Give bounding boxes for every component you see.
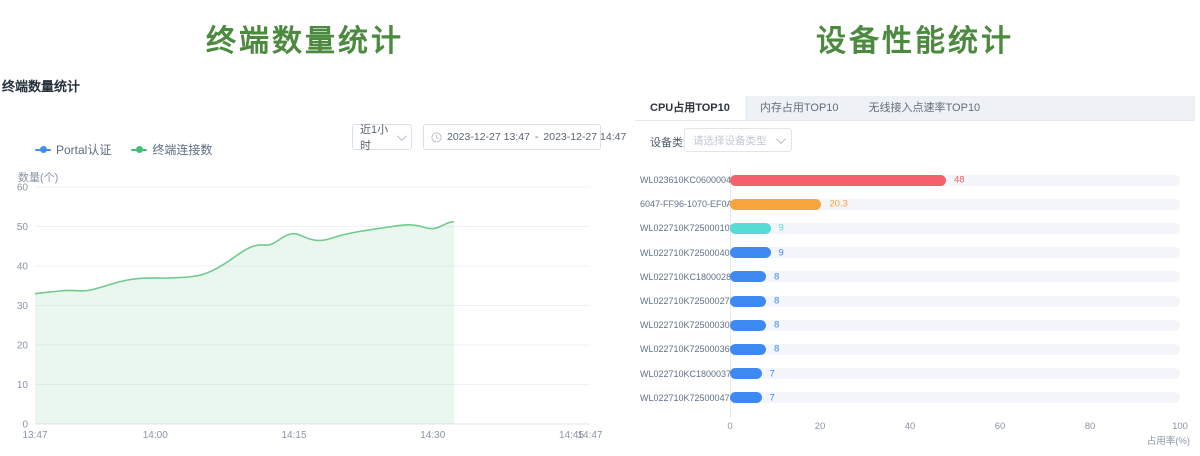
terminal-panel-header: 终端数量统计 [2,76,80,95]
bar-track: 9 [730,247,1180,258]
bar-category-label: 6047-FF96-1070-EF0A [640,199,726,209]
bar-fill[interactable] [730,247,771,258]
time-range-select[interactable]: 近1小时 [352,124,412,150]
svg-text:14:47: 14:47 [577,430,602,441]
clock-icon [431,132,442,143]
tab-memory-top10[interactable]: 内存占用TOP10 [745,96,854,120]
bar-fill[interactable] [730,199,821,210]
legend-item[interactable]: 终端连接数 [131,141,212,158]
x-axis-tick: 20 [815,421,826,432]
bar-fill[interactable] [730,175,946,186]
cpu-top10-bar-chart: WL023610KC06000043 48 6047-FF96-1070-EF0A 2… [640,168,1180,410]
bar-category-label: WL022710K725000409 [640,248,726,258]
terminal-count-title: 终端数量统计 [0,16,610,60]
bar-fill[interactable] [730,392,762,403]
bar-track: 48 [730,175,1180,186]
bar-category-label: WL022710K725000307 [640,320,726,330]
svg-text:14:15: 14:15 [281,430,306,441]
chevron-down-icon [776,134,786,144]
legend-line-dot-icon [131,149,147,151]
svg-text:13:47: 13:47 [22,430,47,441]
svg-text:14:30: 14:30 [420,430,445,441]
device-performance-title: 设备性能统计 [630,16,1200,60]
bar-track: 9 [730,223,1180,234]
bar-row: WL023610KC06000043 48 [640,168,1180,192]
bar-row: WL022710K725000409 9 [640,241,1180,265]
bar-track: 20.3 [730,199,1180,210]
bar-row: WL022710K725000102 9 [640,216,1180,240]
bar-value-label: 7 [770,392,775,403]
bar-category-label: WL022710K725000272 [640,296,726,306]
bar-track: 8 [730,320,1180,331]
bar-fill[interactable] [730,320,766,331]
bar-track: 7 [730,368,1180,379]
dashboard: 终端数量统计 设备性能统计 终端数量统计 近1小时 2023-12-27 13:… [0,0,1200,456]
bar-track: 8 [730,296,1180,307]
bar-chart-x-axis-label: 占用率(%) [1130,433,1190,447]
bar-category-label: WL022710KC18000372 [640,369,726,379]
bar-value-label: 20.3 [829,199,848,210]
bar-fill[interactable] [730,223,771,234]
svg-text:50: 50 [17,222,29,233]
bar-value-label: 8 [774,320,779,331]
svg-text:14:00: 14:00 [143,430,168,441]
bar-row: WL022710KC18000372 7 [640,362,1180,386]
x-axis-tick: 80 [1085,421,1096,432]
svg-text:10: 10 [17,380,29,391]
bar-row: WL022710K725000272 8 [640,289,1180,313]
bar-value-label: 8 [774,271,779,282]
bar-fill[interactable] [730,271,766,282]
tab-ap-rate-top10[interactable]: 无线接入点速率TOP10 [854,96,996,120]
device-type-placeholder: 请选择设备类型 [693,133,767,148]
date-range-picker[interactable]: 2023-12-27 13:47 - 2023-12-27 14:47 [423,124,601,150]
date-start: 2023-12-27 13:47 [447,131,530,143]
date-end: 2023-12-27 14:47 [543,131,626,143]
bar-track: 8 [730,271,1180,282]
time-range-value: 近1小时 [360,121,397,153]
legend-label: Portal认证 [56,141,111,158]
bar-value-label: 8 [774,296,779,307]
bar-value-label: 7 [770,368,775,379]
x-axis-tick: 0 [727,421,732,432]
bar-value-label: 8 [774,344,779,355]
device-type-select[interactable]: 请选择设备类型 [684,128,792,152]
x-axis-tick: 60 [995,421,1006,432]
bar-category-label: WL022710KC18000280 [640,272,726,282]
bar-row: 6047-FF96-1070-EF0A 20.3 [640,192,1180,216]
bar-row: WL022710K725000307 8 [640,313,1180,337]
bar-category-label: WL022710K725000369 [640,344,726,354]
bar-track: 8 [730,344,1180,355]
legend: Portal认证 终端连接数 [35,141,212,158]
bar-row: WL022710KC18000280 8 [640,265,1180,289]
legend-item[interactable]: Portal认证 [35,141,111,158]
bar-fill[interactable] [730,296,766,307]
bar-value-label: 48 [954,175,965,186]
performance-tabs: CPU占用TOP10内存占用TOP10无线接入点速率TOP10 [635,96,1195,121]
bar-track: 7 [730,392,1180,403]
legend-label: 终端连接数 [152,141,212,158]
bar-fill[interactable] [730,368,762,379]
bar-category-label: WL022710K725000470 [640,393,726,403]
bar-value-label: 9 [779,223,784,234]
x-axis-tick: 40 [905,421,916,432]
bar-row: WL022710K725000470 7 [640,386,1180,410]
chevron-down-icon [397,131,407,141]
svg-text:40: 40 [17,262,29,273]
svg-text:20: 20 [17,341,29,352]
bar-row: WL022710K725000369 8 [640,337,1180,361]
bar-value-label: 9 [779,247,784,258]
bar-category-label: WL022710K725000102 [640,223,726,233]
tab-cpu-top10[interactable]: CPU占用TOP10 [635,96,745,120]
terminal-count-chart: 010203040506013:4714:0014:1514:3014:4514… [0,180,610,456]
date-separator: - [535,131,539,143]
svg-text:30: 30 [17,301,29,312]
bar-fill[interactable] [730,344,766,355]
x-axis-tick: 100 [1172,421,1188,432]
svg-text:0: 0 [22,420,28,431]
bar-category-label: WL023610KC06000043 [640,175,726,185]
svg-text:60: 60 [17,183,29,194]
bar-chart-x-axis: 020406080100 [730,421,1180,433]
legend-line-dot-icon [35,149,51,151]
